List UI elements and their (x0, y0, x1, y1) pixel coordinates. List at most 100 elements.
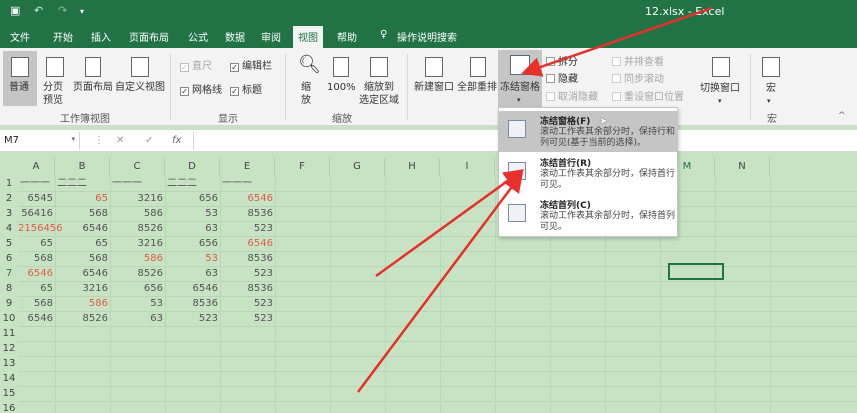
ruler-checkbox[interactable]: ✓ 直尺 (180, 60, 212, 73)
row-header-13[interactable]: 13 (0, 356, 18, 371)
enter-icon[interactable]: ✓ (145, 134, 153, 147)
split-button[interactable]: 拆分 (546, 56, 578, 69)
cell-d9[interactable]: 8536 (165, 296, 220, 311)
insert-function-icon[interactable]: fx (172, 134, 181, 147)
cell-b2[interactable]: 65 (55, 191, 110, 206)
cell-c8[interactable]: 656 (110, 281, 165, 296)
row-header-9[interactable]: 9 (0, 296, 18, 311)
tab-formulas[interactable]: 公式 (188, 29, 208, 44)
cell-c4[interactable]: 8526 (110, 221, 165, 236)
menu-item-freeze-first-column[interactable]: 冻结首列(C) 滚动工作表其余部分时，保持首列可见。 (499, 195, 677, 236)
cell-d5[interactable]: 656 (165, 236, 220, 251)
tab-data[interactable]: 数据 (225, 29, 245, 44)
tab-page-layout[interactable]: 页面布局 (129, 29, 169, 44)
column-header-c[interactable]: C (110, 158, 165, 176)
cell-a5[interactable]: 65 (18, 236, 55, 251)
column-header-a[interactable]: A (18, 158, 55, 176)
cell-c6[interactable]: 586 (110, 251, 165, 266)
cell-c7[interactable]: 8526 (110, 266, 165, 281)
column-header-b[interactable]: B (55, 158, 110, 176)
redo-icon[interactable]: ↷ (58, 4, 67, 17)
column-header-d[interactable]: D (165, 158, 220, 176)
menu-item-freeze-top-row[interactable]: 冻结首行(R) 滚动工作表其余部分时，保持首行可见。 (499, 153, 677, 194)
cell-a6[interactable]: 568 (18, 251, 55, 266)
cell-d2[interactable]: 656 (165, 191, 220, 206)
new-window-button[interactable]: 新建窗口 (413, 51, 455, 106)
column-header-f[interactable]: F (275, 158, 330, 176)
normal-view-button[interactable]: 普通 (3, 51, 37, 106)
row-header-1[interactable]: 1 (0, 176, 18, 191)
row-header-15[interactable]: 15 (0, 386, 18, 401)
cell-a10[interactable]: 6546 (18, 311, 55, 326)
cell-b5[interactable]: 65 (55, 236, 110, 251)
formula-bar-checkbox[interactable]: ✓ 编辑栏 (230, 60, 272, 73)
hide-button[interactable]: 隐藏 (546, 73, 578, 86)
cell-a9[interactable]: 568 (18, 296, 55, 311)
column-header-g[interactable]: G (330, 158, 385, 176)
row-header-5[interactable]: 5 (0, 236, 18, 251)
cell-e1[interactable]: 一一一 (220, 176, 275, 191)
cell-e9[interactable]: 523 (220, 296, 275, 311)
switch-windows-button[interactable]: 切换窗口 ▾ (698, 51, 744, 106)
gridlines-checkbox[interactable]: ✓ 网格线 (180, 84, 222, 97)
freeze-panes-button[interactable]: 冻结窗格 ▾ (498, 50, 542, 108)
cell-b9[interactable]: 586 (55, 296, 110, 311)
column-header-h[interactable]: H (385, 158, 440, 176)
cell-b7[interactable]: 6546 (55, 266, 110, 281)
cell-d1[interactable]: 二二二 (165, 176, 220, 191)
row-header-8[interactable]: 8 (0, 281, 18, 296)
cell-e7[interactable]: 523 (220, 266, 275, 281)
macros-button[interactable]: 宏 ▾ (757, 51, 785, 106)
cell-b3[interactable]: 568 (55, 206, 110, 221)
row-header-16[interactable]: 16 (0, 401, 18, 413)
save-icon[interactable]: ▣ (10, 4, 20, 17)
cancel-icon[interactable]: ✕ (116, 134, 124, 147)
row-header-6[interactable]: 6 (0, 251, 18, 266)
custom-view-button[interactable]: 自定义视图 (115, 51, 165, 106)
side-by-side-button[interactable]: 并排查看 (612, 56, 664, 69)
cell-c9[interactable]: 53 (110, 296, 165, 311)
cell-c5[interactable]: 3216 (110, 236, 165, 251)
tab-review[interactable]: 审阅 (261, 29, 281, 44)
cell-a4[interactable]: 2156456 (18, 221, 63, 236)
cell-d10[interactable]: 523 (165, 311, 220, 326)
row-header-2[interactable]: 2 (0, 191, 18, 206)
cell-b1[interactable]: 二二二 (55, 176, 110, 191)
row-header-14[interactable]: 14 (0, 371, 18, 386)
row-header-3[interactable]: 3 (0, 206, 18, 221)
worksheet-grid[interactable]: ABCDEFGHIJKLMN 12345678910111213141516 一… (0, 158, 857, 413)
undo-icon[interactable]: ↶ (34, 4, 43, 17)
row-header-4[interactable]: 4 (0, 221, 18, 236)
menu-item-freeze-panes[interactable]: 冻结窗格(F) 滚动工作表其余部分时，保持行和列可见(基于当前的选择)。 (499, 111, 677, 152)
zoom-to-selection-button[interactable]: 缩放到 选定区域 (358, 51, 400, 106)
zoom-button[interactable]: 🔍︎ 缩 放 (293, 51, 321, 107)
cell-e6[interactable]: 8536 (220, 251, 275, 266)
name-box[interactable]: M7 ▾ (0, 132, 80, 150)
cell-e2[interactable]: 6546 (220, 191, 275, 206)
cell-b6[interactable]: 568 (55, 251, 110, 266)
row-header-10[interactable]: 10 (0, 311, 18, 326)
cell-d4[interactable]: 63 (165, 221, 220, 236)
cell-d3[interactable]: 53 (165, 206, 220, 221)
tab-file[interactable]: 文件 (10, 29, 30, 44)
page-layout-button[interactable]: 页面布局 (73, 51, 113, 106)
collapse-ribbon-icon[interactable]: ^ (838, 110, 846, 123)
cell-d7[interactable]: 63 (165, 266, 220, 281)
reset-window-position-button[interactable]: 重设窗口位置 (612, 91, 684, 104)
page-break-preview-button[interactable]: 分页 预览 (40, 51, 70, 106)
cell-a8[interactable]: 65 (18, 281, 55, 296)
cell-c10[interactable]: 63 (110, 311, 165, 326)
headings-checkbox[interactable]: ✓ 标题 (230, 84, 262, 97)
cell-b8[interactable]: 3216 (55, 281, 110, 296)
row-header-11[interactable]: 11 (0, 326, 18, 341)
tab-home[interactable]: 开始 (53, 29, 73, 44)
cell-e8[interactable]: 8536 (220, 281, 275, 296)
cell-a7[interactable]: 6546 (18, 266, 55, 281)
active-cell-m7[interactable] (668, 263, 724, 280)
tell-me-search[interactable]: 操作说明搜索 (397, 29, 457, 44)
arrange-all-button[interactable]: 全部重排 (456, 51, 498, 106)
cell-a3[interactable]: 56416 (18, 206, 55, 221)
cell-b4[interactable]: 6546 (55, 221, 110, 236)
column-header-e[interactable]: E (220, 158, 275, 176)
sync-scroll-button[interactable]: 同步滚动 (612, 73, 664, 86)
